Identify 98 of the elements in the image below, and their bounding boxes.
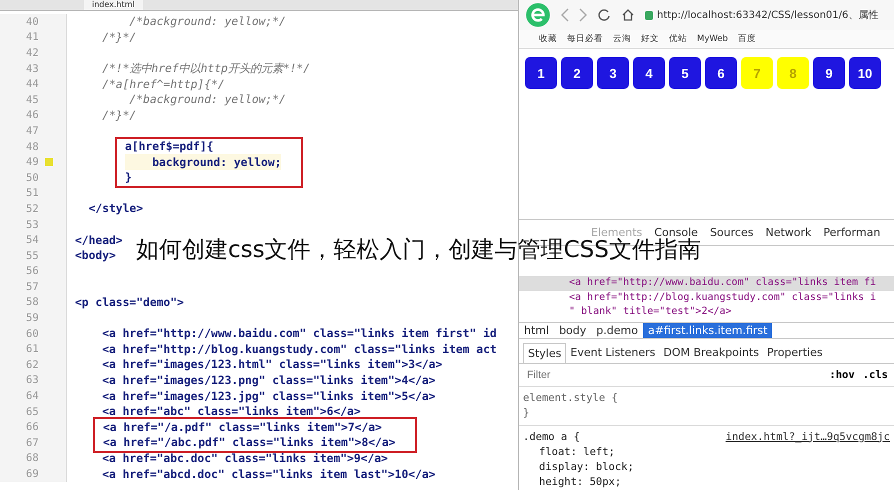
code-line: /*!*选中href中以http开头的元素*!*/ (101, 61, 310, 76)
line-number: 47 (26, 124, 39, 137)
link-box[interactable]: 10 (849, 57, 881, 89)
css-declaration: display: block; (538, 460, 635, 474)
link-box[interactable]: 2 (561, 57, 593, 89)
code-line: /*}*/ (101, 30, 136, 44)
line-number: 53 (26, 218, 39, 231)
line-number: 66 (26, 421, 39, 434)
line-number: 55 (26, 250, 39, 262)
reload-icon[interactable] (597, 8, 611, 22)
code-line: <a href="/a.pdf" class="links item">7</a> (103, 420, 382, 434)
home-icon[interactable] (621, 8, 635, 22)
line-number: 52 (26, 202, 39, 215)
code-line: background: yellow; (151, 156, 282, 169)
bookmark-icon (44, 158, 53, 166)
link-box[interactable]: 5 (669, 57, 701, 89)
panel-tab[interactable]: Properties (762, 342, 827, 362)
line-number: 45 (26, 94, 39, 106)
line-number: 43 (26, 62, 39, 75)
line-number: 60 (26, 328, 39, 340)
line-number: 67 (26, 436, 39, 449)
line-number: 68 (26, 452, 39, 464)
line-number: 59 (26, 312, 39, 324)
link-box[interactable]: 4 (633, 57, 665, 89)
css-declaration: height: 50px; (538, 474, 622, 490)
line-number: 42 (26, 46, 39, 59)
code-line: <a href="/abc.pdf" class="links item">8</a> (103, 436, 396, 450)
rule-selector: .demo a { (523, 430, 580, 444)
hov-toggle[interactable]: :hov (829, 368, 855, 380)
bookmark-item[interactable]: 百度 (738, 33, 756, 45)
link-box[interactable]: 1 (525, 57, 557, 89)
code-line: /*background: yellow;*/ (128, 15, 286, 28)
line-number: 64 (26, 390, 39, 402)
code-line: <p class="demo"> (75, 296, 184, 309)
css-declaration: float: left; (538, 444, 616, 460)
link-box[interactable]: 3 (597, 57, 629, 89)
devtools-tab[interactable]: Network (765, 226, 812, 239)
code-line: /*a[href^=http]{*/ (101, 78, 225, 91)
code-line: /*}*/ (101, 108, 136, 122)
devtools-tab[interactable]: Sources (710, 226, 754, 239)
line-number: 44 (26, 78, 39, 90)
line-number: 41 (26, 31, 39, 44)
line-number: 63 (26, 374, 39, 386)
bookmark-item[interactable]: 优站 (669, 33, 687, 45)
line-number: 46 (26, 109, 39, 122)
file-tab[interactable]: index.html (84, 0, 143, 10)
devtools-tab[interactable]: Performan (823, 226, 880, 239)
breadcrumb[interactable]: p.demo (591, 322, 643, 338)
line-number: 69 (26, 468, 39, 480)
line-number: 50 (26, 172, 39, 184)
dom-node[interactable]: " blank" title="test">2</a> (519, 305, 894, 320)
panel-tab[interactable]: DOM Breakpoints (659, 342, 763, 362)
line-number: 56 (26, 265, 39, 278)
code-line: <a href="http://blog.kuangstudy.com" class="links item act (101, 342, 497, 356)
code-line: <a href="images/123.jpg" class="links item">5</a> (101, 390, 436, 403)
line-number: 49 (26, 156, 39, 168)
code-line: <a href="http://www.baidu.com" class="links item first" id (101, 327, 497, 340)
code-line: </style> (88, 202, 144, 216)
code-line: } (125, 171, 132, 184)
link-box[interactable]: 9 (813, 57, 845, 89)
code-line: <a href="images/123.html" class="links item">3</a> (101, 358, 442, 372)
style-rule-text: element.style { (523, 390, 619, 406)
code-line: <a href="images/123.png" class="links item">4</a> (101, 374, 436, 387)
caption-text: 如何创建css文件，轻松入门，创建与管理CSS文件指南 (136, 239, 701, 262)
line-number: 58 (26, 296, 39, 308)
bookmark-item[interactable]: 收藏 (539, 33, 557, 45)
line-number: 51 (26, 187, 39, 200)
breadcrumb[interactable]: body (554, 322, 592, 338)
dom-node[interactable]: <a href="http://www.baidu.com" class="links item fi (519, 276, 894, 290)
line-number: 48 (26, 140, 39, 153)
line-number: 62 (26, 358, 39, 371)
bookmark-item[interactable]: MyWeb (697, 34, 728, 44)
code-line: <a href="abc.doc" class="links item">9</a> (101, 452, 388, 465)
link-box[interactable]: 6 (705, 57, 737, 89)
line-number: 61 (26, 343, 39, 356)
bookmark-item[interactable]: 好文 (641, 33, 659, 45)
devtools-tab[interactable]: Console (654, 226, 698, 239)
bookmark-item[interactable]: 每日必看 (567, 33, 603, 45)
code-line: <a href="abc" class="links item">6</a> (101, 405, 361, 418)
code-line: <a href="abcd.doc" class="links item last">10</a> (101, 468, 436, 481)
code-line: /*background: yellow;*/ (128, 93, 286, 106)
panel-tab[interactable]: Event Listeners (566, 342, 660, 362)
line-number: 40 (26, 16, 39, 28)
bookmark-item[interactable]: 云淘 (613, 33, 631, 45)
dom-node[interactable]: <a href="http://blog.kuangstudy.com" class="links i (519, 290, 894, 305)
cls-toggle[interactable]: .cls (862, 368, 888, 380)
code-line: <body> (75, 249, 116, 262)
line-number: 57 (26, 280, 39, 293)
breadcrumb[interactable]: html (519, 322, 554, 338)
code-line: a[href$=pdf]{ (125, 140, 214, 154)
source-link[interactable]: index.html?_ijt…9q5vcgm8jc (726, 430, 890, 444)
line-number: 54 (26, 234, 39, 246)
line-number: 65 (26, 406, 39, 418)
panel-tab[interactable]: Styles (523, 342, 566, 362)
style-rule-text: } (523, 406, 530, 420)
code-line: </head> (75, 234, 123, 247)
breadcrumb[interactable]: a#first.links.item.first (642, 322, 772, 338)
filter-field[interactable]: Filter (525, 368, 822, 382)
